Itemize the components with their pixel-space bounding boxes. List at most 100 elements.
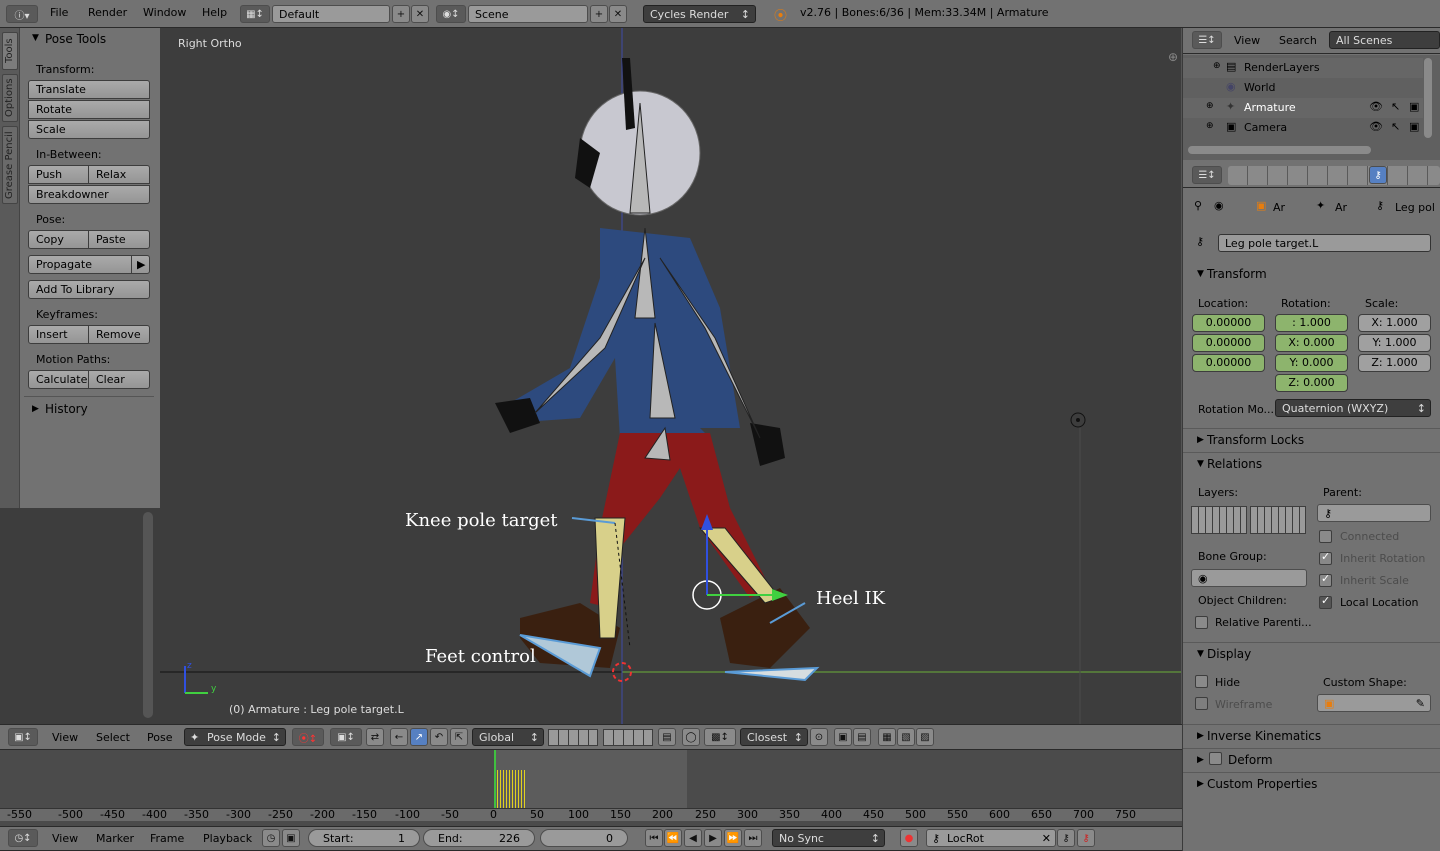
push-button[interactable]: Push xyxy=(28,165,89,184)
bone-group-field[interactable]: ◉ xyxy=(1191,569,1307,587)
menu-help[interactable]: Help xyxy=(202,6,227,19)
tl-menu-frame[interactable]: Frame xyxy=(150,832,184,845)
rotation-w-field[interactable]: : 1.000 xyxy=(1275,314,1348,332)
bone-layers-b[interactable] xyxy=(1250,506,1306,534)
properties-context-tabs[interactable] xyxy=(1228,166,1440,185)
cursor-icon[interactable]: ↖ xyxy=(1391,120,1400,133)
scale-x-field[interactable]: X: 1.000 xyxy=(1358,314,1431,332)
manipulator-toggle-icon[interactable]: ⇄ xyxy=(366,728,384,746)
play-icon[interactable]: ▶ xyxy=(704,829,722,847)
mode-select[interactable]: Pose Mode ✦ ↕ xyxy=(184,728,286,746)
outliner-menu-search[interactable]: Search xyxy=(1279,34,1317,47)
jump-next-key-icon[interactable]: ⏩ xyxy=(724,829,742,847)
vp-menu-select[interactable]: Select xyxy=(96,731,130,744)
custom-shape-field[interactable]: ▣ ✎ xyxy=(1317,694,1431,712)
rotate-manip-icon[interactable]: ↶ xyxy=(430,728,448,746)
remove-button[interactable]: Remove xyxy=(88,325,150,344)
outliner-scrollbar[interactable] xyxy=(1188,146,1371,154)
breakdowner-button[interactable]: Breakdowner xyxy=(28,185,150,204)
copy-pose-icon[interactable]: ▦ xyxy=(878,728,896,746)
tab-options[interactable]: Options xyxy=(2,74,18,122)
eyedropper-icon[interactable]: ✎ xyxy=(1416,695,1425,711)
add-scene-icon[interactable]: + xyxy=(590,5,608,23)
relax-button[interactable]: Relax xyxy=(88,165,150,184)
transform-locks-header[interactable]: ▶ Transform Locks xyxy=(1183,428,1440,450)
rotation-mode-select[interactable]: Quaternion (WXYZ) ↕ xyxy=(1275,399,1431,417)
relations-header[interactable]: ▼ Relations xyxy=(1183,452,1440,474)
layer-buttons-a[interactable] xyxy=(548,729,598,746)
relative-parenting-checkbox[interactable] xyxy=(1195,616,1208,629)
scale-manip-icon[interactable]: ⇱ xyxy=(450,728,468,746)
scale-z-field[interactable]: Z: 1.000 xyxy=(1358,354,1431,372)
calculate-button[interactable]: Calculate xyxy=(28,370,89,389)
bone-tab-icon[interactable]: ⚷ xyxy=(1369,166,1387,184)
remove-layout-icon[interactable]: ✕ xyxy=(411,5,429,23)
hide-checkbox[interactable] xyxy=(1195,675,1208,688)
propagate-button[interactable]: Propagate xyxy=(28,255,132,274)
inverse-kinematics-header[interactable]: ▶ Inverse Kinematics xyxy=(1183,724,1440,746)
jump-end-icon[interactable]: ⏭ xyxy=(744,829,762,847)
display-header[interactable]: ▼ Display xyxy=(1183,642,1440,664)
keying-set-field[interactable]: LocRot ⚷ ✕ xyxy=(926,829,1056,847)
menu-window[interactable]: Window xyxy=(143,6,186,19)
jump-start-icon[interactable]: ⏮ xyxy=(645,829,663,847)
expand-icon[interactable]: ⊕ xyxy=(1213,61,1221,71)
inherit-scale-checkbox[interactable] xyxy=(1319,572,1332,587)
pivot-icon[interactable]: ▣↕ xyxy=(330,728,362,746)
outliner-row[interactable]: ⊕ ▤ RenderLayers xyxy=(1183,58,1423,78)
eye-icon[interactable]: 👁 xyxy=(1369,100,1383,113)
deform-checkbox[interactable] xyxy=(1209,752,1222,765)
tl-menu-view[interactable]: View xyxy=(52,832,78,845)
history-triangle-icon[interactable]: ▶ xyxy=(32,404,39,414)
editor-type-icon[interactable]: ▣↕ xyxy=(8,728,38,746)
render-still-icon[interactable]: ▣ xyxy=(834,728,852,746)
location-z-field[interactable]: 0.00000 xyxy=(1192,354,1265,372)
layout-field[interactable]: Default xyxy=(272,5,390,23)
bone-name-field[interactable]: Leg pole target.L xyxy=(1218,234,1431,252)
location-x-field[interactable]: 0.00000 xyxy=(1192,314,1265,332)
outliner-filter-select[interactable]: All Scenes xyxy=(1329,31,1440,49)
pose-tools-triangle-icon[interactable]: ▼ xyxy=(32,33,39,43)
custom-properties-header[interactable]: ▶ Custom Properties xyxy=(1183,772,1440,794)
wireframe-checkbox[interactable] xyxy=(1195,697,1208,710)
tab-tools[interactable]: Tools xyxy=(2,32,18,70)
location-y-field[interactable]: 0.00000 xyxy=(1192,334,1265,352)
outliner-row[interactable]: ⊕ ✦ Armature 👁 ↖ ▣ xyxy=(1183,98,1423,118)
expand-icon[interactable]: ⊕ xyxy=(1206,101,1214,111)
connected-checkbox[interactable] xyxy=(1319,530,1332,543)
end-frame-field[interactable]: End: 226 xyxy=(423,829,535,847)
translate-active-icon[interactable]: ↗ xyxy=(410,728,428,746)
viewport-add-icon[interactable]: ⊕ xyxy=(1168,50,1178,64)
3d-viewport[interactable]: Right Ortho Knee pole target Heel IK Fee… xyxy=(160,28,1182,724)
record-icon[interactable]: ● xyxy=(900,829,918,847)
snap-align-icon[interactable]: ⊙ xyxy=(810,728,828,746)
shelf-scrollbar[interactable] xyxy=(143,512,153,718)
tl-menu-marker[interactable]: Marker xyxy=(96,832,134,845)
local-location-checkbox[interactable] xyxy=(1319,594,1332,609)
properties-editor-icon[interactable]: ☰↕ xyxy=(1192,166,1222,184)
proportional-edit-icon[interactable]: ◯ xyxy=(682,728,700,746)
propagate-menu-button[interactable]: ▶ xyxy=(131,255,150,274)
layer-buttons-b[interactable] xyxy=(603,729,653,746)
outliner-menu-view[interactable]: View xyxy=(1234,34,1260,47)
translate-manip-icon[interactable]: ← xyxy=(390,728,408,746)
add-layout-icon[interactable]: + xyxy=(392,5,410,23)
clear-keying-icon[interactable]: ✕ xyxy=(1042,830,1051,846)
transform-panel-header[interactable]: ▼ Transform xyxy=(1183,263,1440,285)
paste-flipped-icon[interactable]: ▨ xyxy=(916,728,934,746)
copy-button[interactable]: Copy xyxy=(28,230,89,249)
outliner-row[interactable]: ◉ World xyxy=(1183,78,1423,98)
remove-scene-icon[interactable]: ✕ xyxy=(609,5,627,23)
lock-range-icon[interactable]: ▣ xyxy=(282,829,300,847)
viewport-canvas[interactable] xyxy=(160,28,1182,724)
camera-render-icon[interactable]: ▣ xyxy=(1409,120,1419,133)
tab-grease-pencil[interactable]: Grease Pencil xyxy=(2,126,18,204)
pin-icon[interactable]: ⚲ xyxy=(1194,199,1202,212)
bone-layers-a[interactable] xyxy=(1191,506,1247,534)
jump-prev-key-icon[interactable]: ⏪ xyxy=(664,829,682,847)
outliner-row[interactable]: ⊕ ▣ Camera 👁 ↖ ▣ xyxy=(1183,118,1423,138)
lock-layer-icon[interactable]: ▤ xyxy=(658,728,676,746)
scene-icon[interactable]: ◉↕ xyxy=(436,5,466,23)
inherit-rotation-checkbox[interactable] xyxy=(1319,550,1332,565)
outliner-editor-icon[interactable]: ☰↕ xyxy=(1192,31,1222,49)
